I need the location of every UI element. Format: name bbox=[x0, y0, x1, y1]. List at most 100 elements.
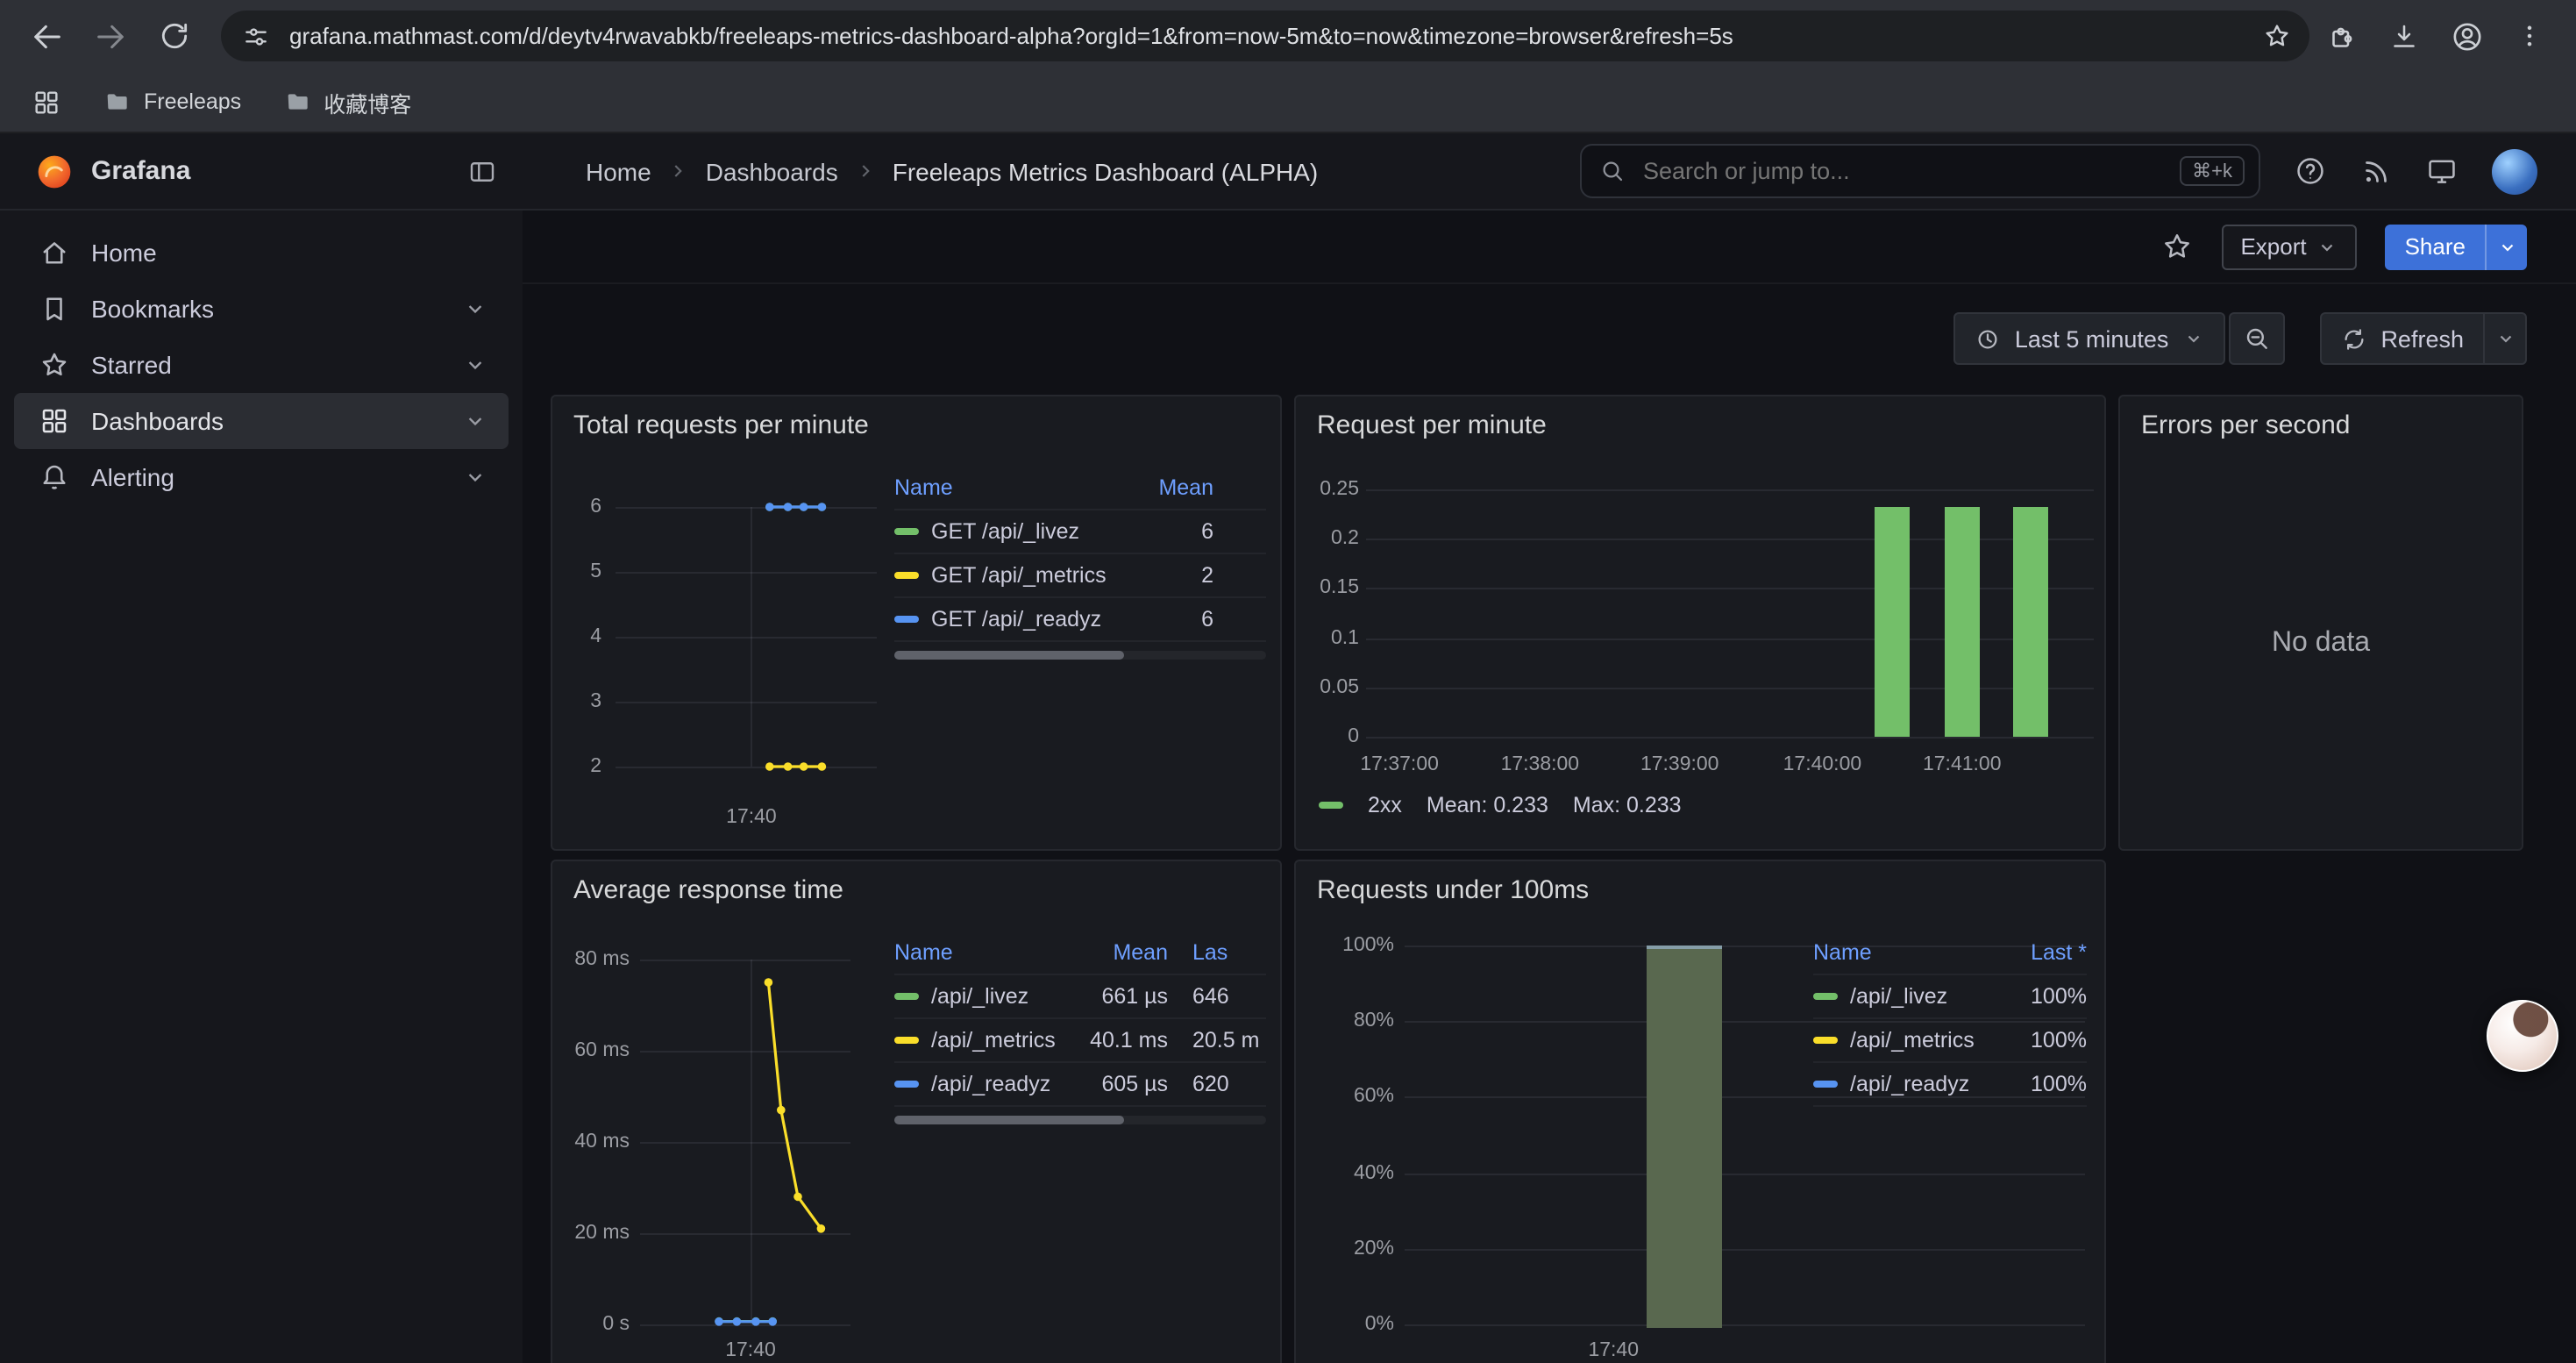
gridline bbox=[1366, 489, 2094, 491]
legend-cell: /api/_livez bbox=[894, 984, 1077, 1009]
legend-header-cell: Name bbox=[1813, 940, 1985, 965]
legend-text: 20.5 m bbox=[1192, 1028, 1259, 1053]
gridline bbox=[1366, 737, 2094, 739]
legend-text: 661 µs bbox=[1101, 984, 1168, 1009]
url-input[interactable] bbox=[286, 21, 2246, 51]
sidebar-item-home[interactable]: Home bbox=[14, 225, 509, 281]
legend-row[interactable]: GET /api/_metrics2 bbox=[894, 554, 1266, 598]
legend-row[interactable]: /api/_livez661 µs646 bbox=[894, 975, 1266, 1019]
user-avatar[interactable] bbox=[2492, 148, 2537, 194]
browser-menu-icon[interactable] bbox=[2515, 21, 2544, 51]
legend-row[interactable]: /api/_livez100% bbox=[1813, 975, 2087, 1019]
legend-text: 620 bbox=[1192, 1072, 1229, 1096]
sidebar-item-label: Starred bbox=[91, 351, 172, 379]
floating-assistant-avatar[interactable] bbox=[2487, 1000, 2558, 1072]
apps-shortcut-icon[interactable] bbox=[32, 87, 61, 117]
profile-icon[interactable] bbox=[2450, 18, 2485, 54]
chevron-down-icon[interactable] bbox=[463, 465, 487, 489]
bookmark-star-icon[interactable] bbox=[2262, 21, 2292, 51]
chart-requests-under-100ms[interactable]: 100%80%60%40%20%0%17:40NameLast */api/_l… bbox=[1296, 861, 2104, 1363]
legend-cell: /api/_livez bbox=[1813, 984, 1985, 1009]
legend-scrollbar[interactable] bbox=[894, 1116, 1266, 1124]
legend-row[interactable]: /api/_readyz100% bbox=[1813, 1063, 2087, 1107]
refresh-button[interactable]: Refresh bbox=[2319, 312, 2485, 365]
line-chart-svg[interactable] bbox=[640, 960, 850, 1324]
brand-name: Grafana bbox=[91, 156, 190, 186]
search-box[interactable]: ⌘+k bbox=[1580, 144, 2260, 198]
time-range-picker[interactable]: Last 5 minutes bbox=[1953, 312, 2225, 365]
bookmark-label: Freeleaps bbox=[144, 89, 241, 114]
legend-text: Name bbox=[894, 940, 953, 965]
no-data-message: No data bbox=[2120, 628, 2522, 660]
grafana-logo[interactable] bbox=[35, 152, 74, 190]
sidebar-item-bookmarks[interactable]: Bookmarks bbox=[14, 281, 509, 337]
chevron-down-icon[interactable] bbox=[463, 296, 487, 321]
legend-scrollbar-thumb[interactable] bbox=[894, 651, 1125, 660]
extensions-icon[interactable] bbox=[2327, 20, 2359, 52]
legend-stat: Mean: 0.233 bbox=[1427, 793, 1548, 817]
gridline bbox=[1366, 589, 2094, 590]
legend-row[interactable]: /api/_readyz 605 µs 620 bbox=[894, 1063, 1266, 1107]
legend-scrollbar-thumb[interactable] bbox=[894, 1116, 1125, 1124]
nav-sidebar: Home Bookmarks Starred Dashbo bbox=[0, 211, 523, 1363]
share-menu-chevron-icon[interactable] bbox=[2485, 224, 2527, 269]
legend-row[interactable]: GET /api/_readyz6 bbox=[894, 598, 1266, 642]
downloads-icon[interactable] bbox=[2388, 20, 2420, 52]
reload-icon[interactable] bbox=[147, 10, 200, 62]
monitor-icon[interactable] bbox=[2425, 154, 2459, 188]
zoom-out-button[interactable] bbox=[2228, 312, 2284, 365]
sidebar-toggle-icon[interactable] bbox=[466, 155, 498, 187]
export-button[interactable]: Export bbox=[2221, 224, 2357, 269]
legend-row[interactable]: /api/_metrics40.1 ms20.5 m bbox=[894, 1019, 1266, 1063]
breadcrumb-home[interactable]: Home bbox=[586, 157, 651, 185]
y-axis-tick-label: 3 bbox=[552, 689, 601, 714]
y-axis-tick-label: 80 ms bbox=[552, 947, 630, 972]
chevron-down-icon[interactable] bbox=[463, 409, 487, 433]
chart-total-requests[interactable]: 6543217:40NameMeanGET /api/_livez6GET /a… bbox=[552, 396, 1280, 849]
legend-row[interactable]: /api/_metrics100% bbox=[1813, 1019, 2087, 1063]
y-axis-tick-label: 0 s bbox=[552, 1312, 630, 1337]
sidebar-item-alerting[interactable]: Alerting bbox=[14, 449, 509, 505]
news-rss-icon[interactable] bbox=[2360, 155, 2392, 187]
sidebar-item-starred[interactable]: Starred bbox=[14, 337, 509, 393]
x-axis-tick-label: 17:38:00 bbox=[1469, 753, 1610, 777]
url-bar[interactable] bbox=[221, 11, 2309, 61]
legend-series-name[interactable]: 2xx bbox=[1368, 793, 1402, 817]
header-right: ⌘+k bbox=[1580, 144, 2576, 198]
chevron-down-icon[interactable] bbox=[463, 353, 487, 377]
refresh-interval-chevron-icon[interactable] bbox=[2485, 312, 2527, 365]
back-icon[interactable] bbox=[21, 10, 74, 62]
legend-text: Name bbox=[894, 475, 953, 500]
breadcrumb-dashboards[interactable]: Dashboards bbox=[706, 157, 838, 185]
chart-request-per-minute[interactable]: 0.250.20.150.10.05017:37:0017:38:0017:39… bbox=[1296, 396, 2104, 849]
search-input[interactable] bbox=[1640, 156, 2166, 186]
share-button[interactable]: Share bbox=[2386, 224, 2485, 269]
panel-title[interactable]: Errors per second bbox=[2141, 410, 2501, 440]
legend-cell: 20.5 m bbox=[1192, 1028, 1266, 1053]
bookmarks-bar: Freeleaps 收藏博客 bbox=[0, 72, 2576, 133]
y-axis-tick-label: 40 ms bbox=[552, 1130, 630, 1154]
legend-text: 605 µs bbox=[1101, 1072, 1168, 1096]
bookmark-folder-freeleaps[interactable]: Freeleaps bbox=[103, 88, 241, 116]
series-swatch bbox=[1813, 1037, 1838, 1044]
forward-icon[interactable] bbox=[84, 10, 137, 62]
series-swatch bbox=[894, 528, 919, 535]
legend-cell: /api/_readyz bbox=[894, 1072, 1077, 1096]
sidebar-item-dashboards[interactable]: Dashboards bbox=[14, 393, 509, 449]
legend-cell: 605 µs bbox=[1077, 1072, 1168, 1096]
y-axis-tick-label: 20 ms bbox=[552, 1221, 630, 1245]
gridline bbox=[1405, 1249, 2085, 1251]
legend-cell: 6 bbox=[1112, 519, 1213, 544]
legend[interactable]: 2xxMean: 0.233Max: 0.233 bbox=[1319, 793, 1682, 817]
site-settings-icon[interactable] bbox=[242, 22, 270, 50]
line-chart-svg[interactable] bbox=[616, 507, 877, 767]
favorite-star-icon[interactable] bbox=[2160, 230, 2193, 263]
x-axis-tick-label: 17:39:00 bbox=[1610, 753, 1750, 777]
y-axis-tick-label: 80% bbox=[1296, 1009, 1394, 1033]
legend-row[interactable]: GET /api/_livez6 bbox=[894, 510, 1266, 554]
bookmark-folder-blogs[interactable]: 收藏博客 bbox=[283, 85, 411, 118]
chart-average-response-time[interactable]: 80 ms60 ms40 ms20 ms0 s17:40NameMeanLas/… bbox=[552, 861, 1280, 1363]
legend-scrollbar[interactable] bbox=[894, 651, 1266, 660]
help-icon[interactable] bbox=[2294, 154, 2327, 188]
search-shortcut-hint: ⌘+k bbox=[2180, 156, 2245, 186]
